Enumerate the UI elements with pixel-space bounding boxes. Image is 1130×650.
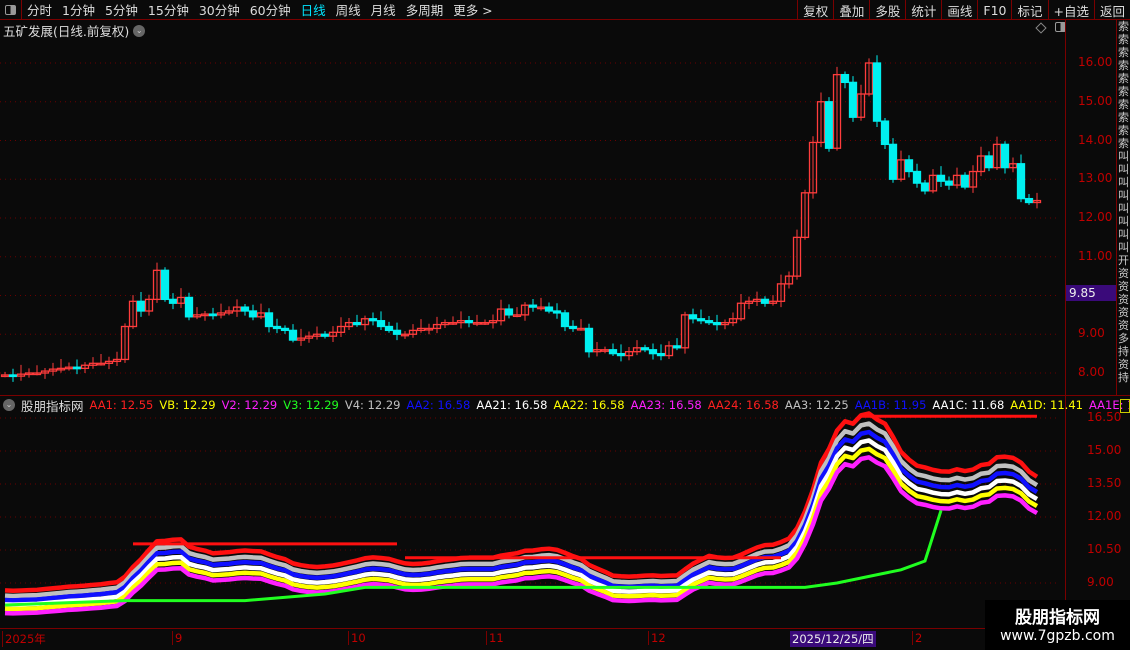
candle-body <box>368 318 378 322</box>
candle-body <box>384 325 394 332</box>
candle-body <box>984 155 994 169</box>
candle-body <box>1024 197 1034 204</box>
candle-body <box>616 352 626 357</box>
time-axis-label: 9 <box>172 631 182 645</box>
indicator-axis-label: 10.50 <box>1087 542 1122 556</box>
candle-body <box>688 314 698 320</box>
candle-body <box>504 308 514 316</box>
price-axis-label: 13.00 <box>1078 171 1113 186</box>
candle-body <box>824 101 834 149</box>
watermark-name: 股朋指标网 <box>1015 608 1100 628</box>
candle-body <box>208 313 218 317</box>
candle-body <box>552 310 562 314</box>
price-axis-label: 12.00 <box>1078 210 1113 224</box>
candle-body <box>960 174 970 188</box>
candle-body <box>240 306 250 312</box>
time-axis-label: 11 <box>486 631 504 645</box>
price-axis-label: 9.00 <box>1078 326 1105 341</box>
candle-body <box>944 180 954 186</box>
candle-body <box>288 329 298 341</box>
candle-body <box>712 321 722 326</box>
candle-body <box>168 298 178 304</box>
candle-body <box>568 325 578 330</box>
price-axis-label: 16.00 <box>1078 55 1113 69</box>
candle-body <box>264 312 274 328</box>
watermark-url: www.7gpzb.com <box>1000 628 1115 644</box>
time-axis-label: 2025年 <box>2 631 46 647</box>
chart-canvas[interactable] <box>0 0 1065 628</box>
price-axis-label: 8.00 <box>1078 365 1105 379</box>
watermark: 股朋指标网 www.7gpzb.com <box>985 600 1130 650</box>
candle-body <box>280 327 290 332</box>
time-axis-label: 2 <box>912 631 922 645</box>
candle-body <box>608 349 618 355</box>
candle-body <box>320 333 330 337</box>
candle-body <box>920 182 930 192</box>
candle-body <box>1000 143 1010 169</box>
candle-body <box>584 327 594 353</box>
indicator-axis-label: 16.50 <box>1087 410 1122 424</box>
time-axis-label: 10 <box>348 631 366 645</box>
candle-body <box>888 143 898 180</box>
candle-body <box>464 320 474 324</box>
indicator-tag[interactable] <box>1120 399 1130 413</box>
candle-body <box>248 310 258 318</box>
indicator-band-line <box>4 446 1039 612</box>
candle-body <box>272 325 282 330</box>
candle-body <box>528 304 538 308</box>
candle-body <box>544 306 554 312</box>
candle-body <box>936 174 946 182</box>
side-info-strip[interactable]: 索索索索索索索索索索叫叫叫叫叫叫叫叫开资资资资资多持资持 <box>1116 20 1130 395</box>
candle-body <box>136 300 146 312</box>
time-axis: 2025年 9 10 11 12 2025/12/25/四 2 <box>0 628 1065 647</box>
indicator-axis-label: 15.00 <box>1087 443 1122 457</box>
indicator-band-line <box>4 455 1039 616</box>
candle-body <box>912 170 922 184</box>
price-axis-label: 11.00 <box>1078 248 1113 263</box>
candle-body <box>904 159 914 173</box>
candle-body <box>184 296 194 318</box>
candle-body <box>392 329 402 335</box>
price-axis-label: 15.00 <box>1078 93 1113 108</box>
candle-body <box>640 347 650 351</box>
time-axis-label: 2025/12/25/四 <box>790 631 876 647</box>
candle-body <box>352 321 362 326</box>
candle-body <box>848 81 858 118</box>
indicator-axis-label: 9.00 <box>1087 575 1114 589</box>
candle-body <box>1016 163 1026 200</box>
candle-body <box>672 345 682 349</box>
candle-body <box>8 374 18 378</box>
candle-body <box>72 366 82 370</box>
price-axis-label: 14.00 <box>1078 132 1113 147</box>
candle-body <box>656 352 666 357</box>
candle-body <box>160 269 170 301</box>
time-axis-label: 12 <box>648 631 666 645</box>
candle-body <box>880 120 890 146</box>
indicator-axis-label: 12.00 <box>1087 509 1122 523</box>
candle-body <box>760 298 770 304</box>
current-price-tag: 9.85 <box>1066 285 1116 301</box>
candle-body <box>648 349 658 355</box>
candle-body <box>376 320 386 328</box>
candle-body <box>704 320 714 324</box>
toolbar-button-8[interactable]: 返回 <box>1093 0 1130 20</box>
axis-divider <box>1065 20 1066 645</box>
candle-body <box>560 312 570 328</box>
indicator-axis-label: 13.50 <box>1087 476 1122 490</box>
candle-body <box>840 73 850 84</box>
candle-body <box>696 318 706 322</box>
candle-body <box>872 62 882 122</box>
